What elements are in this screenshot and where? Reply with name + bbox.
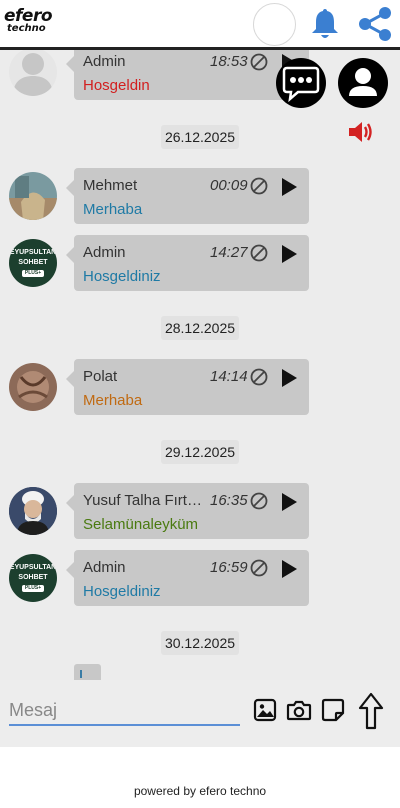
photo-avatar[interactable] bbox=[9, 172, 57, 220]
message-item: EYUPSULTAN SOHBET PLUS+ Admin 14:27 Hosg… bbox=[0, 235, 400, 291]
image-icon[interactable] bbox=[253, 698, 277, 722]
play-icon[interactable] bbox=[280, 368, 298, 388]
ban-icon[interactable] bbox=[250, 244, 268, 262]
date-separator: 29.12.2025 bbox=[161, 440, 239, 464]
message-text: Hosgeldin bbox=[83, 77, 150, 94]
message-item: Polat 14:14 Merhaba bbox=[0, 359, 400, 415]
ban-icon[interactable] bbox=[250, 559, 268, 577]
sender-name: Polat bbox=[83, 368, 118, 385]
app-header: efero techno bbox=[0, 0, 400, 50]
bell-icon[interactable] bbox=[310, 6, 340, 42]
sender-name: Admin bbox=[83, 244, 126, 261]
brand-line1: EYUPSULTAN bbox=[9, 564, 57, 571]
play-icon[interactable] bbox=[280, 559, 298, 579]
brand-line3: PLUS+ bbox=[21, 270, 45, 277]
date-separator: 30.12.2025 bbox=[161, 631, 239, 655]
sender-name: Yusuf Talha Fırtına bbox=[83, 492, 203, 509]
speech-bubble-icon bbox=[282, 66, 320, 103]
message-bubble[interactable]: Admin 14:27 Hosgeldiniz bbox=[66, 235, 309, 291]
message-input[interactable] bbox=[9, 698, 240, 726]
message-bubble-partial[interactable] bbox=[74, 664, 101, 680]
footer: powered by efero techno bbox=[0, 747, 400, 808]
message-text: Merhaba bbox=[83, 201, 143, 218]
brand-line1: EYUPSULTAN bbox=[9, 249, 57, 256]
message-item: Mehmet 00:09 Merhaba bbox=[0, 168, 400, 224]
chat-options-button[interactable] bbox=[276, 58, 326, 108]
powered-by-text[interactable]: powered by efero techno bbox=[0, 784, 400, 798]
brand-avatar[interactable]: EYUPSULTAN SOHBET PLUS+ bbox=[9, 239, 57, 287]
message-time: 00:09 bbox=[210, 177, 248, 194]
message-input-bar bbox=[0, 680, 400, 747]
message-text: Merhaba bbox=[83, 392, 143, 409]
sender-name: Mehmet bbox=[83, 177, 138, 194]
brand-avatar[interactable]: EYUPSULTAN SOHBET PLUS+ bbox=[9, 554, 57, 602]
play-icon[interactable] bbox=[280, 244, 298, 264]
default-avatar[interactable] bbox=[9, 50, 57, 96]
user-icon bbox=[349, 68, 377, 96]
brand-line2: SOHBET bbox=[18, 259, 48, 266]
efero-logo[interactable]: efero techno bbox=[4, 8, 53, 34]
speaker-icon[interactable] bbox=[347, 120, 375, 144]
brand-line3: PLUS+ bbox=[21, 585, 45, 592]
message-time: 16:59 bbox=[210, 559, 248, 576]
ban-icon[interactable] bbox=[250, 492, 268, 510]
ban-icon[interactable] bbox=[250, 53, 268, 71]
message-bubble[interactable]: Admin 18:53 Hosgeldin bbox=[66, 50, 309, 100]
message-bubble[interactable]: Mehmet 00:09 Merhaba bbox=[66, 168, 309, 224]
date-separator: 28.12.2025 bbox=[161, 316, 239, 340]
status-circle[interactable] bbox=[253, 3, 296, 46]
date-separator: 26.12.2025 bbox=[161, 125, 239, 149]
play-icon[interactable] bbox=[280, 177, 298, 197]
ban-icon[interactable] bbox=[250, 177, 268, 195]
sender-name: Admin bbox=[83, 53, 126, 70]
message-bubble[interactable]: Admin 16:59 Hosgeldiniz bbox=[66, 550, 309, 606]
message-text: Selamünaleyküm bbox=[83, 516, 199, 533]
photo-avatar[interactable] bbox=[9, 363, 57, 411]
sticker-icon[interactable] bbox=[321, 698, 345, 722]
message-text: Hosgeldiniz bbox=[83, 583, 161, 600]
sender-name: Admin bbox=[83, 559, 126, 576]
message-bubble[interactable]: Yusuf Talha Fırtına 16:35 Selamünaleyküm bbox=[66, 483, 309, 539]
photo-avatar[interactable] bbox=[9, 487, 57, 535]
brand-line2: SOHBET bbox=[18, 574, 48, 581]
message-bubble[interactable]: Polat 14:14 Merhaba bbox=[66, 359, 309, 415]
profile-button[interactable] bbox=[338, 58, 388, 108]
camera-icon[interactable] bbox=[286, 698, 312, 722]
message-time: 18:53 bbox=[210, 53, 248, 70]
message-time: 16:35 bbox=[210, 492, 248, 509]
send-arrow-icon[interactable] bbox=[358, 692, 384, 730]
message-item: Yusuf Talha Fırtına 16:35 Selamünaleyküm bbox=[0, 483, 400, 539]
ban-icon[interactable] bbox=[250, 368, 268, 386]
play-icon[interactable] bbox=[280, 492, 298, 512]
message-item: EYUPSULTAN SOHBET PLUS+ Admin 16:59 Hosg… bbox=[0, 550, 400, 606]
message-time: 14:27 bbox=[210, 244, 248, 261]
chat-area[interactable]: Admin 18:53 Hosgeldin 26.12.2025 Mehmet … bbox=[0, 50, 400, 680]
message-time: 14:14 bbox=[210, 368, 248, 385]
logo-line2: techno bbox=[7, 23, 46, 34]
message-text: Hosgeldiniz bbox=[83, 268, 161, 285]
share-icon[interactable] bbox=[356, 5, 394, 43]
